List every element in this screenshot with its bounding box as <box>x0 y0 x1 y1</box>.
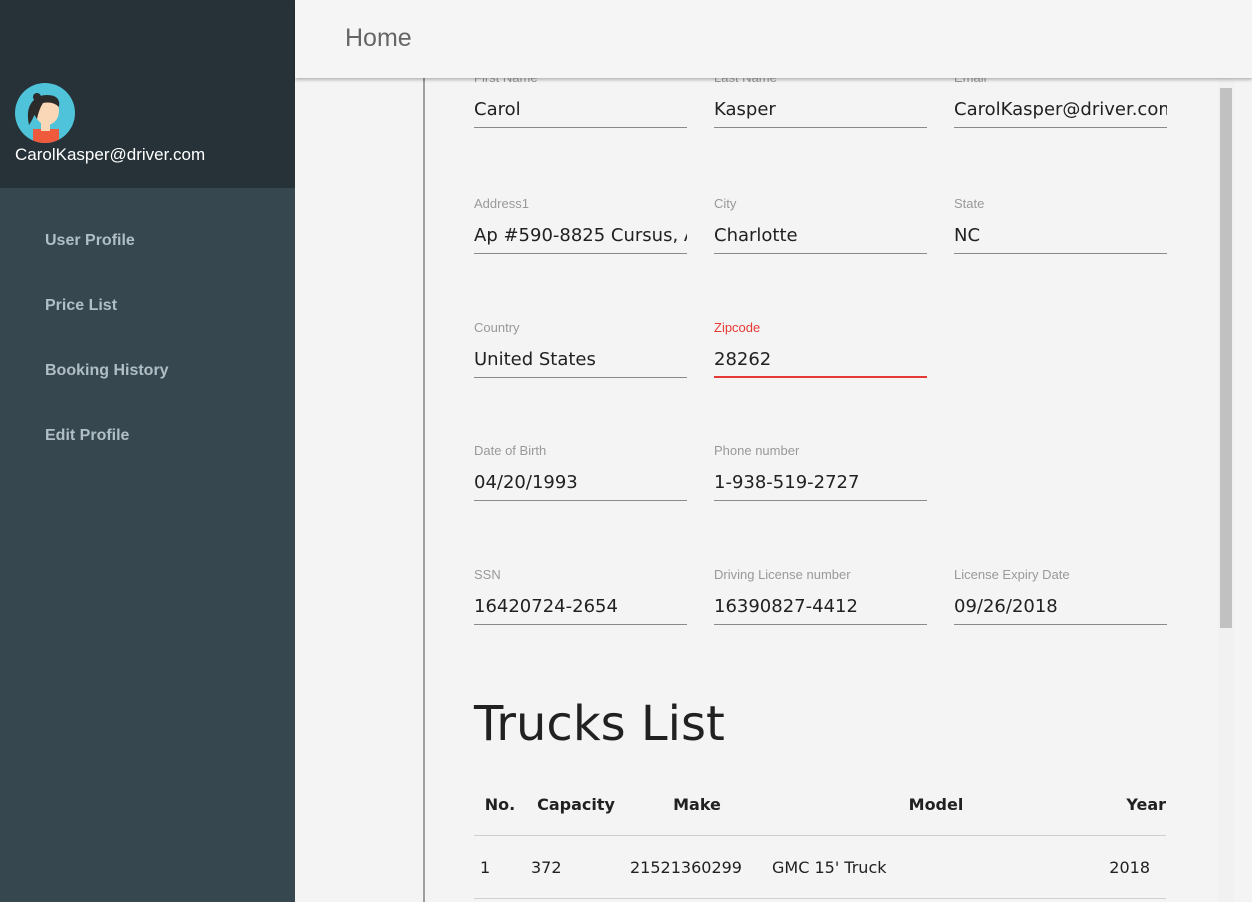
cell-make: 21521360299 <box>626 835 768 899</box>
sidebar: CarolKasper@driver.com User Profile Pric… <box>0 0 295 902</box>
sidebar-item-price-list[interactable]: Price List <box>0 273 295 338</box>
cell-model: GMC 15' Truck <box>768 835 1104 899</box>
license-input[interactable] <box>714 589 927 625</box>
license-expiry-input[interactable] <box>954 589 1167 625</box>
user-email: CarolKasper@driver.com <box>15 145 206 164</box>
ssn-label: SSN <box>474 567 501 582</box>
column-header-year[interactable]: Year <box>1104 773 1166 836</box>
sidebar-nav: User Profile Price List Booking History … <box>0 208 295 468</box>
column-header-make[interactable]: Make <box>626 773 768 836</box>
top-app-bar: Home <box>295 0 1252 78</box>
dob-label: Date of Birth <box>474 443 547 458</box>
country-label: Country <box>474 320 520 335</box>
sidebar-item-user-profile[interactable]: User Profile <box>0 208 295 273</box>
page-title: Home <box>345 24 412 52</box>
sidebar-profile-header: CarolKasper@driver.com <box>0 0 295 188</box>
sidebar-item-booking-history[interactable]: Booking History <box>0 338 295 403</box>
phone-input[interactable] <box>714 465 927 501</box>
column-header-capacity[interactable]: Capacity <box>526 773 626 836</box>
cell-year: 2018 <box>1104 835 1166 899</box>
trucks-list-title: Trucks List <box>474 696 725 752</box>
avatar[interactable] <box>15 83 75 143</box>
scrollbar-thumb[interactable] <box>1220 88 1232 628</box>
country-input[interactable] <box>474 342 687 378</box>
trucks-table: No. Capacity Make Model Year 1 372 21521… <box>474 773 1166 899</box>
table-row[interactable]: 1 372 21521360299 GMC 15' Truck 2018 <box>474 835 1166 899</box>
license-label: Driving License number <box>714 567 851 582</box>
table-header-row: No. Capacity Make Model Year <box>474 773 1166 836</box>
state-input[interactable] <box>954 218 1167 254</box>
column-header-model[interactable]: Model <box>768 773 1104 836</box>
city-label: City <box>714 196 737 211</box>
zipcode-label: Zipcode <box>714 320 761 335</box>
column-header-no[interactable]: No. <box>474 773 526 836</box>
zipcode-input[interactable] <box>714 342 927 378</box>
last-name-input[interactable] <box>714 92 927 128</box>
address1-label: Address1 <box>474 196 529 211</box>
dob-input[interactable] <box>474 465 687 501</box>
address1-input[interactable] <box>474 218 687 254</box>
sidebar-item-edit-profile[interactable]: Edit Profile <box>0 403 295 468</box>
license-expiry-label: License Expiry Date <box>954 567 1070 582</box>
city-input[interactable] <box>714 218 927 254</box>
state-label: State <box>954 196 985 211</box>
phone-label: Phone number <box>714 443 800 458</box>
first-name-input[interactable] <box>474 92 687 128</box>
cell-no: 1 <box>474 835 526 899</box>
ssn-input[interactable] <box>474 589 687 625</box>
email-input[interactable] <box>954 92 1167 128</box>
cell-capacity: 372 <box>526 835 626 899</box>
